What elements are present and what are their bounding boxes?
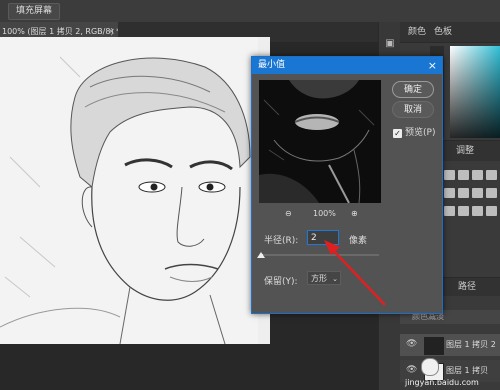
watermark-logo [421,358,439,376]
watermark-text: jingyan.baidu.com [405,378,479,387]
watermark: jingyan.baidu.com [405,356,500,390]
annotation-arrow [324,240,386,306]
